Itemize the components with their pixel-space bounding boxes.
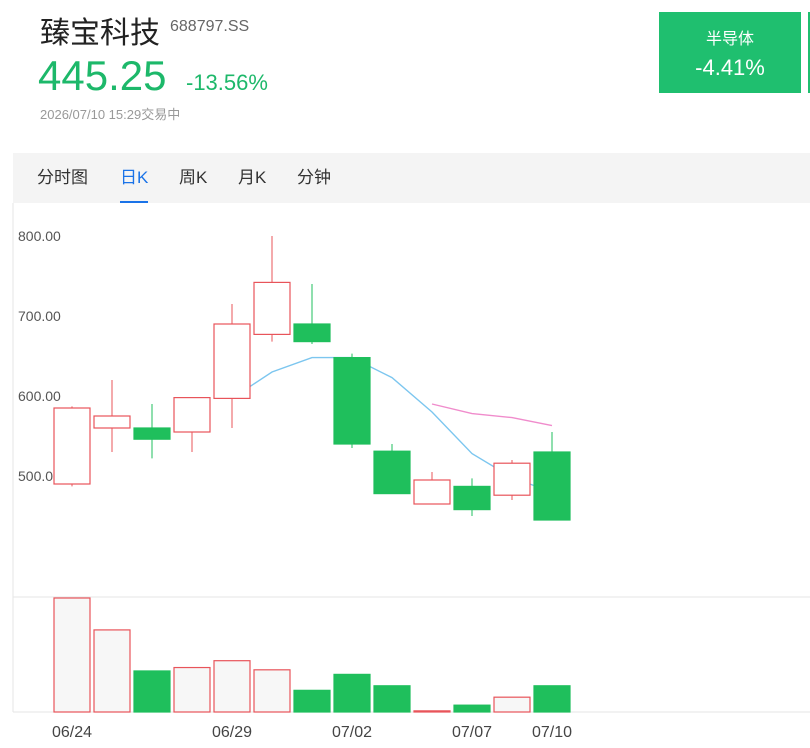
timestamp: 2026/07/10 15:29交易中 xyxy=(40,107,181,122)
stock-name: 臻宝科技 xyxy=(40,17,160,50)
candle-body xyxy=(533,451,571,521)
candle-body xyxy=(453,485,491,511)
candle-body xyxy=(53,407,91,485)
y-tick-label: 600.00 xyxy=(18,388,61,404)
candle-body xyxy=(173,397,211,433)
sector-card[interactable]: 半导体 -4.41% xyxy=(659,12,801,93)
volume-bar xyxy=(333,673,371,713)
y-tick-label: 800.00 xyxy=(18,228,61,244)
current-price: 445.25 xyxy=(38,52,167,99)
tab-minute[interactable]: 分钟 xyxy=(297,153,331,201)
candle-body xyxy=(413,479,451,505)
change-percent: -13.56% xyxy=(186,70,268,95)
volume-bar xyxy=(133,670,171,713)
candle-body xyxy=(93,415,131,429)
x-tick-label: 07/10 xyxy=(532,724,572,741)
volume-bar xyxy=(533,685,571,713)
x-tick-label: 07/07 xyxy=(452,724,492,741)
sector-change: -4.41% xyxy=(695,55,765,80)
y-tick-label: 700.00 xyxy=(18,308,61,324)
volume-bar xyxy=(53,597,91,713)
stock-code: 688797.SS xyxy=(170,18,250,35)
ma10-line xyxy=(431,403,553,427)
candle-body xyxy=(373,450,411,495)
x-tick-label: 06/29 xyxy=(212,724,252,741)
tab-monthly-k[interactable]: 月K xyxy=(238,153,266,201)
x-tick-label: 07/02 xyxy=(332,724,372,741)
volume-bar xyxy=(173,666,211,713)
volume-bar xyxy=(213,660,251,713)
tab-daily-k[interactable]: 日K xyxy=(120,153,149,203)
volume-bar xyxy=(253,669,291,713)
volume-bar xyxy=(373,685,411,713)
tab-intraday[interactable]: 分时图 xyxy=(37,153,88,201)
candle-body xyxy=(493,462,531,496)
tab-weekly-k[interactable]: 周K xyxy=(179,153,207,201)
candle-body xyxy=(213,323,251,400)
candle-body xyxy=(133,427,171,440)
chart-tabs: 分时图 日K 周K 月K 分钟 xyxy=(13,153,810,203)
volume-bar xyxy=(93,629,131,713)
volume-bar xyxy=(293,689,331,713)
kline-chart[interactable]: 800.00700.00600.00500.00 06/24 06/29 07/02… xyxy=(0,203,810,743)
volume-bar xyxy=(413,710,451,713)
volume-bar xyxy=(453,704,491,713)
volume-bar xyxy=(493,696,531,713)
candle-body xyxy=(293,323,331,343)
candle-body xyxy=(333,357,371,445)
candle-body xyxy=(253,281,291,335)
sector-name: 半导体 xyxy=(705,31,754,48)
chart-area[interactable]: 800.00 700.00 600.00 500.00 06/24 06/29 07/02… xyxy=(0,203,810,743)
x-tick-label: 06/24 xyxy=(52,724,92,741)
